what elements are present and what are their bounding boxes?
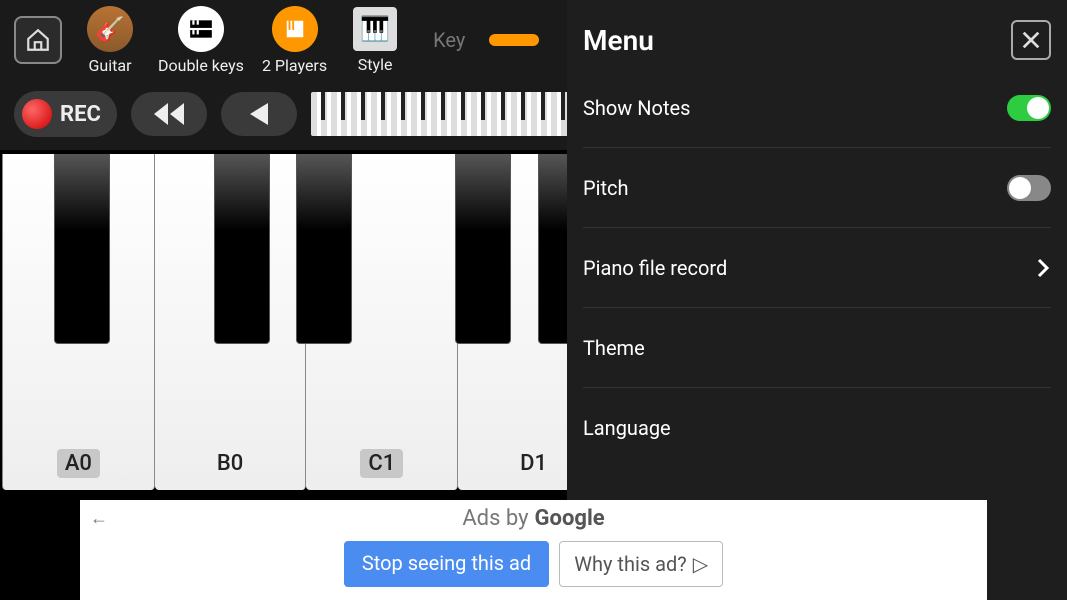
toggle-pitch[interactable] [1007, 175, 1051, 201]
tool-label: Double keys [158, 56, 244, 75]
key-label: Key [433, 28, 465, 52]
close-button[interactable] [1011, 20, 1051, 60]
home-icon [25, 27, 51, 53]
menu-item-theme[interactable]: Theme [583, 308, 1051, 388]
double-keys-icon [178, 6, 224, 52]
home-button[interactable] [14, 16, 62, 64]
black-key-Eb1[interactable] [296, 154, 352, 344]
toggle-show-notes[interactable] [1007, 95, 1051, 121]
rewind-icon [154, 103, 184, 125]
tool-2players[interactable]: 2 Players [262, 6, 327, 75]
menu-item-label: Language [583, 416, 671, 440]
black-key-Db1[interactable] [214, 154, 270, 344]
two-players-icon [272, 6, 318, 52]
ad-banner: ← Ads by Google Stop seeing this ad Why … [80, 500, 987, 600]
menu-item-language[interactable]: Language [583, 388, 1051, 468]
style-icon: 🎹 [353, 7, 397, 51]
adchoices-icon: ▷ [693, 552, 708, 576]
ad-why-button[interactable]: Why this ad? ▷ [559, 541, 723, 587]
record-icon [22, 99, 52, 129]
note-label: B0 [209, 449, 251, 478]
menu-item-label: Pitch [583, 176, 629, 200]
record-label: REC [60, 102, 101, 127]
rewind-button[interactable] [131, 92, 207, 136]
ad-header-text: Ads by [462, 506, 528, 531]
menu-item-label: Piano file record [583, 256, 727, 280]
note-label: A0 [57, 449, 100, 478]
ad-why-label: Why this ad? [574, 552, 687, 576]
menu-item-piano-file-record[interactable]: Piano file record [583, 228, 1051, 308]
ad-stop-button[interactable]: Stop seeing this ad [344, 541, 549, 587]
menu-item-show-notes[interactable]: Show Notes [583, 68, 1051, 148]
close-icon [1020, 29, 1042, 51]
ad-brand: Google [535, 506, 605, 531]
tool-label: Style [358, 55, 393, 74]
menu-item-label: Theme [583, 336, 645, 360]
menu-item-pitch[interactable]: Pitch [583, 148, 1051, 228]
play-left-icon [250, 103, 268, 125]
back-button[interactable] [221, 92, 297, 136]
chevron-right-icon [1035, 256, 1051, 280]
tool-guitar[interactable]: 🎸 Guitar [80, 6, 140, 75]
guitar-icon: 🎸 [87, 6, 133, 52]
tool-style[interactable]: 🎹 Style [345, 7, 405, 74]
tool-double-keys[interactable]: Double keys [158, 6, 244, 75]
tool-label: 2 Players [262, 56, 327, 75]
menu-item-label: Show Notes [583, 96, 690, 120]
record-button[interactable]: REC [14, 91, 117, 137]
ad-header: Ads by Google [462, 506, 604, 531]
menu-title: Menu [583, 24, 654, 57]
black-key-Bb0[interactable] [54, 154, 110, 344]
note-label: D1 [512, 449, 555, 478]
ad-back-button[interactable]: ← [90, 508, 108, 529]
tool-label: Guitar [89, 56, 132, 75]
note-label: C1 [360, 449, 403, 478]
black-key-Gb1[interactable] [455, 154, 511, 344]
zoom-slider[interactable] [489, 34, 539, 46]
